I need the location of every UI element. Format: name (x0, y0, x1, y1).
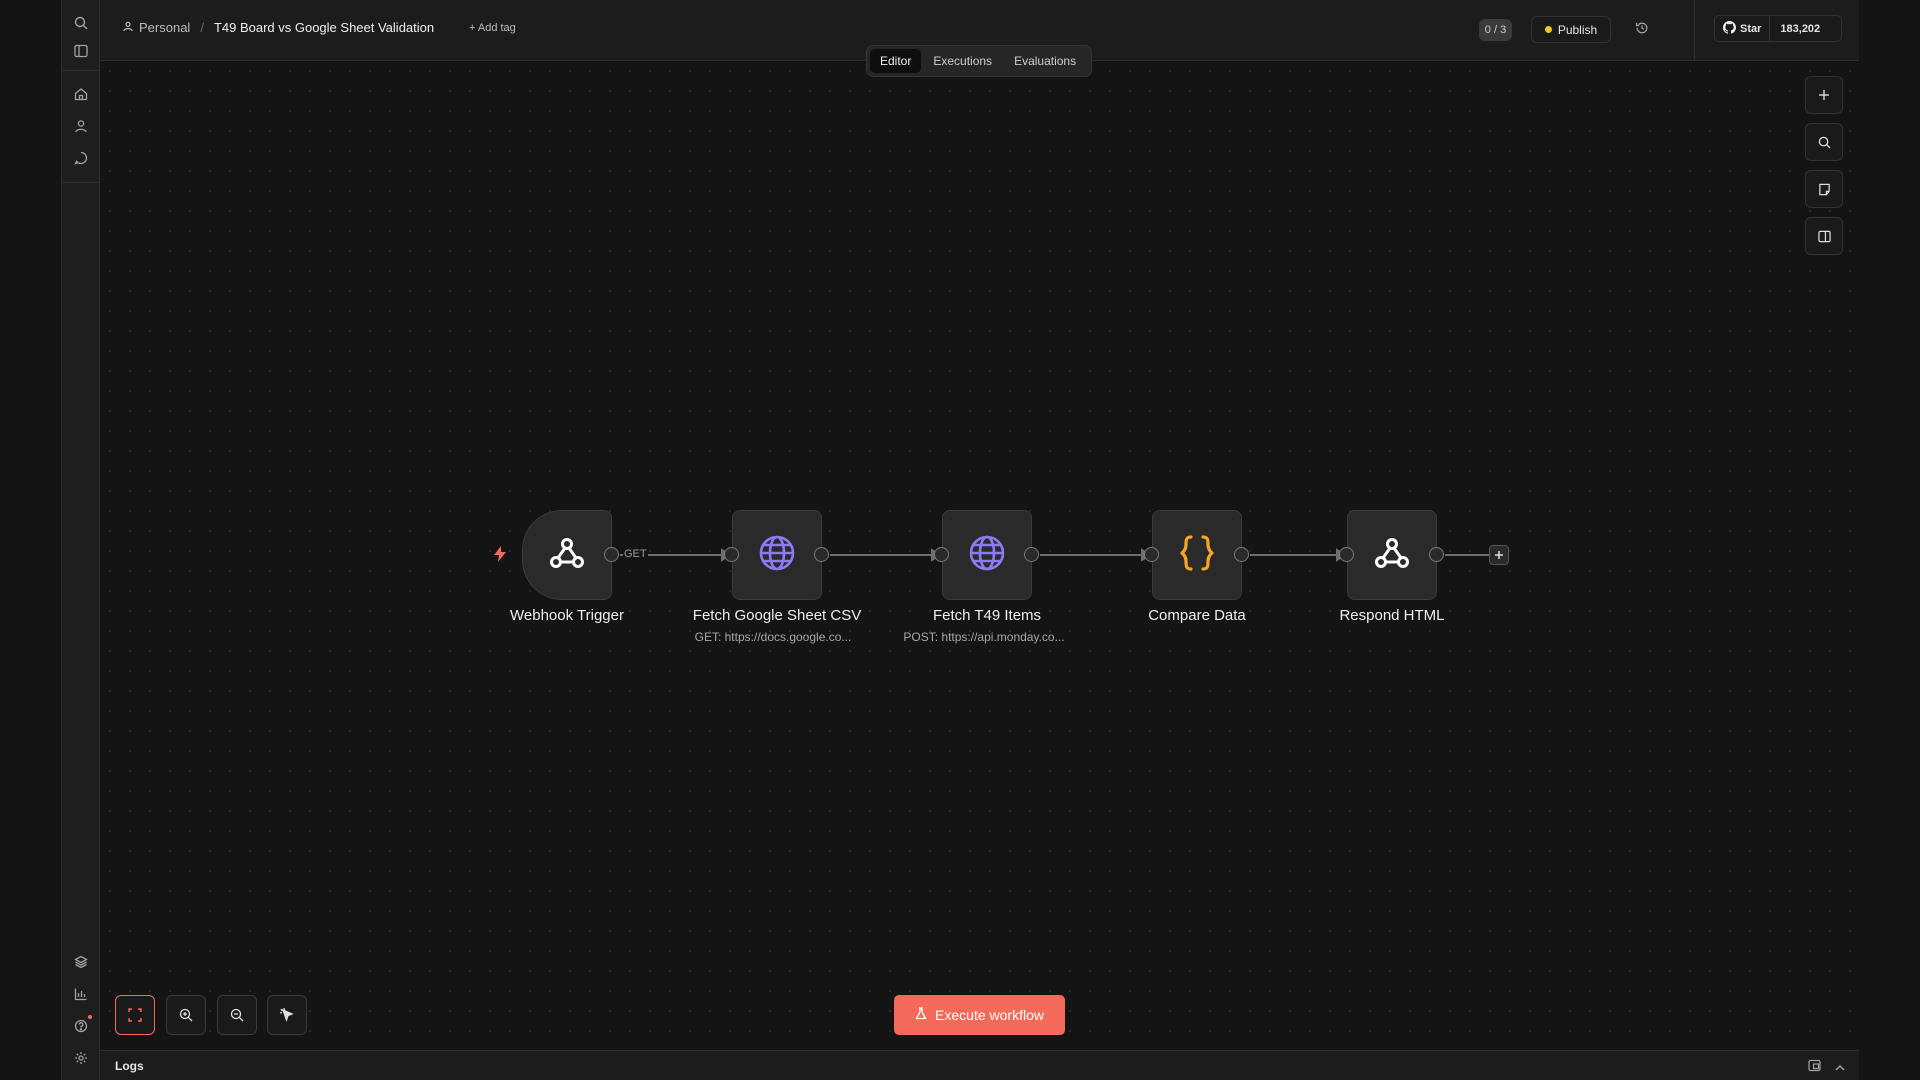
execute-workflow-label: Execute workflow (935, 1007, 1044, 1023)
node-webhook-trigger[interactable] (522, 510, 612, 600)
zoom-out-button[interactable] (217, 995, 257, 1035)
add-next-node-button[interactable] (1489, 545, 1509, 565)
input-handle[interactable] (934, 547, 949, 562)
execute-workflow-button[interactable]: Execute workflow (894, 995, 1065, 1035)
node-title: Fetch T49 Items (932, 607, 1042, 624)
node-compare-data[interactable] (1152, 510, 1242, 600)
code-braces-icon (1177, 533, 1217, 578)
node-title: Respond HTML (1339, 607, 1445, 624)
node-fetch-t49-items[interactable] (942, 510, 1032, 600)
pop-out-icon[interactable] (1808, 1059, 1821, 1077)
output-handle[interactable] (1024, 547, 1039, 562)
globe-icon (967, 533, 1007, 578)
node-subtitle: GET: https://docs.google.co... (694, 630, 852, 644)
edge-label-get: GET (623, 548, 648, 560)
trigger-bolt-icon (492, 545, 508, 568)
input-handle[interactable] (1339, 547, 1354, 562)
output-handle[interactable] (604, 547, 619, 562)
tidy-up-button[interactable] (267, 995, 307, 1035)
logs-panel-bar[interactable]: Logs (100, 1050, 1859, 1080)
node-fetch-google-sheet-csv[interactable] (732, 510, 822, 600)
input-handle[interactable] (724, 547, 739, 562)
node-title: Fetch Google Sheet CSV (692, 607, 862, 624)
chevron-up-icon[interactable] (1834, 1060, 1846, 1078)
globe-icon (757, 533, 797, 578)
fit-view-button[interactable] (115, 995, 155, 1035)
app-window: Personal / T49 Board vs Google Sheet Val… (0, 0, 1920, 1080)
logs-label: Logs (115, 1059, 144, 1073)
input-handle[interactable] (1144, 547, 1159, 562)
node-title: Webhook Trigger (510, 607, 624, 624)
webhook-icon (547, 533, 587, 578)
output-handle[interactable] (1429, 547, 1444, 562)
node-respond-html[interactable] (1347, 510, 1437, 600)
zoom-in-button[interactable] (166, 995, 206, 1035)
node-subtitle: POST: https://api.monday.co... (903, 630, 1065, 644)
output-handle[interactable] (814, 547, 829, 562)
webhook-icon (1372, 533, 1412, 578)
output-handle[interactable] (1234, 547, 1249, 562)
flask-icon (915, 1007, 927, 1023)
